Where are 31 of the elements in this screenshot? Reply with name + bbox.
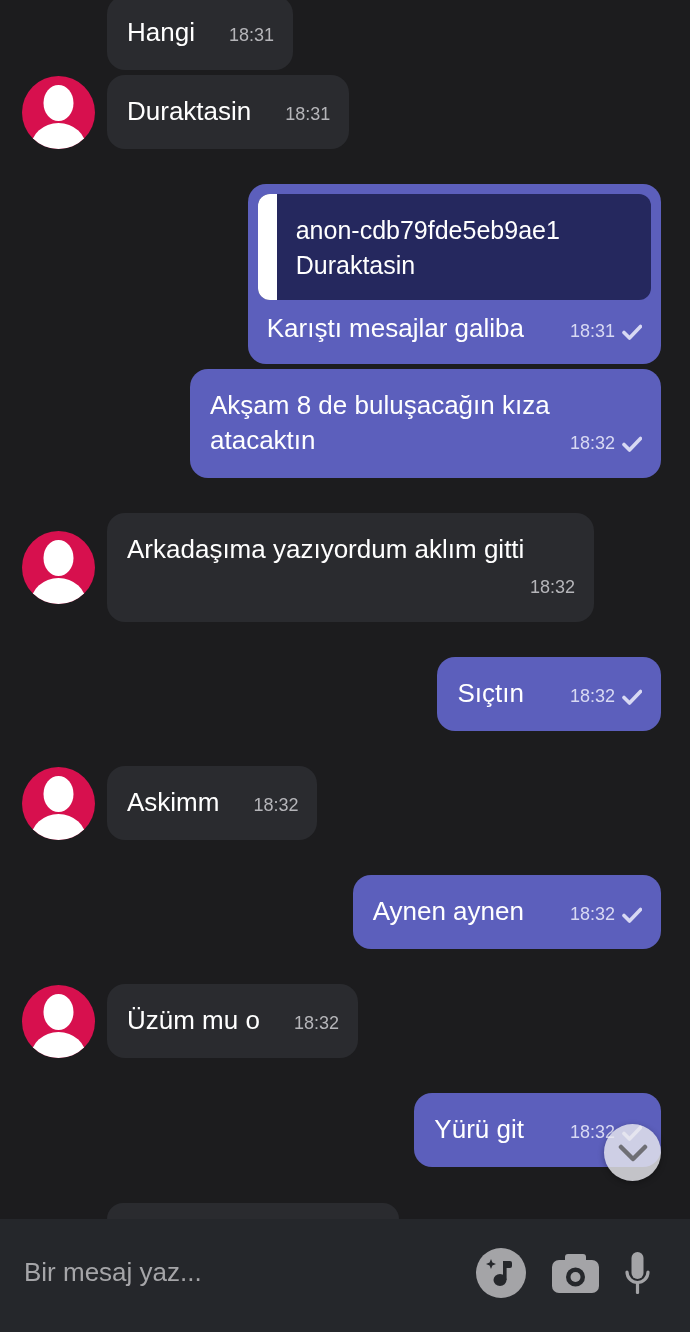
message-text: Sıçtın — [457, 678, 524, 708]
message-time: 18:32 — [569, 1121, 615, 1144]
message-time: 18:31 — [285, 103, 331, 126]
chevron-down-icon — [617, 1143, 648, 1162]
message-text: Üzüm mu o — [127, 1005, 260, 1035]
message-time: 18:32 — [293, 1012, 339, 1035]
message-text: Duraktasin — [127, 96, 252, 126]
message-time: 18:31 — [228, 24, 274, 47]
message-text: Karıştı mesajlar galiba — [266, 313, 524, 343]
avatar-icon — [22, 984, 95, 1058]
message-text: Arkadaşıma yazıyordum aklım gitti — [127, 534, 525, 564]
message-time: 18:31 — [569, 320, 615, 343]
avatar-icon — [22, 531, 95, 604]
quoted-text: Duraktasin — [295, 250, 417, 281]
avatar-icon — [22, 75, 95, 149]
message-time: 18:32 — [569, 685, 615, 708]
camera-icon[interactable] — [552, 1252, 599, 1293]
message-text: Askimm — [127, 787, 220, 817]
quoted-message[interactable]: anon-cdb79fde5eb9ae1 Duraktasin — [257, 194, 651, 300]
message-text: Hangi — [127, 17, 195, 47]
quoted-author: anon-cdb79fde5eb9ae1 — [295, 215, 560, 246]
message-time: 18:32 — [529, 576, 575, 599]
avatar-icon — [22, 766, 95, 840]
message-time: 18:32 — [569, 432, 615, 455]
message-text: Yürü git — [434, 1114, 524, 1144]
message-text: Aynen aynen — [372, 896, 524, 926]
microphone-icon[interactable] — [625, 1251, 650, 1294]
message-time: 18:32 — [253, 794, 299, 817]
message-text: Akşam 8 de buluşacağın kıza atacaktın — [210, 390, 550, 455]
music-note-icon[interactable] — [476, 1247, 526, 1298]
message-time: 18:32 — [569, 903, 615, 926]
